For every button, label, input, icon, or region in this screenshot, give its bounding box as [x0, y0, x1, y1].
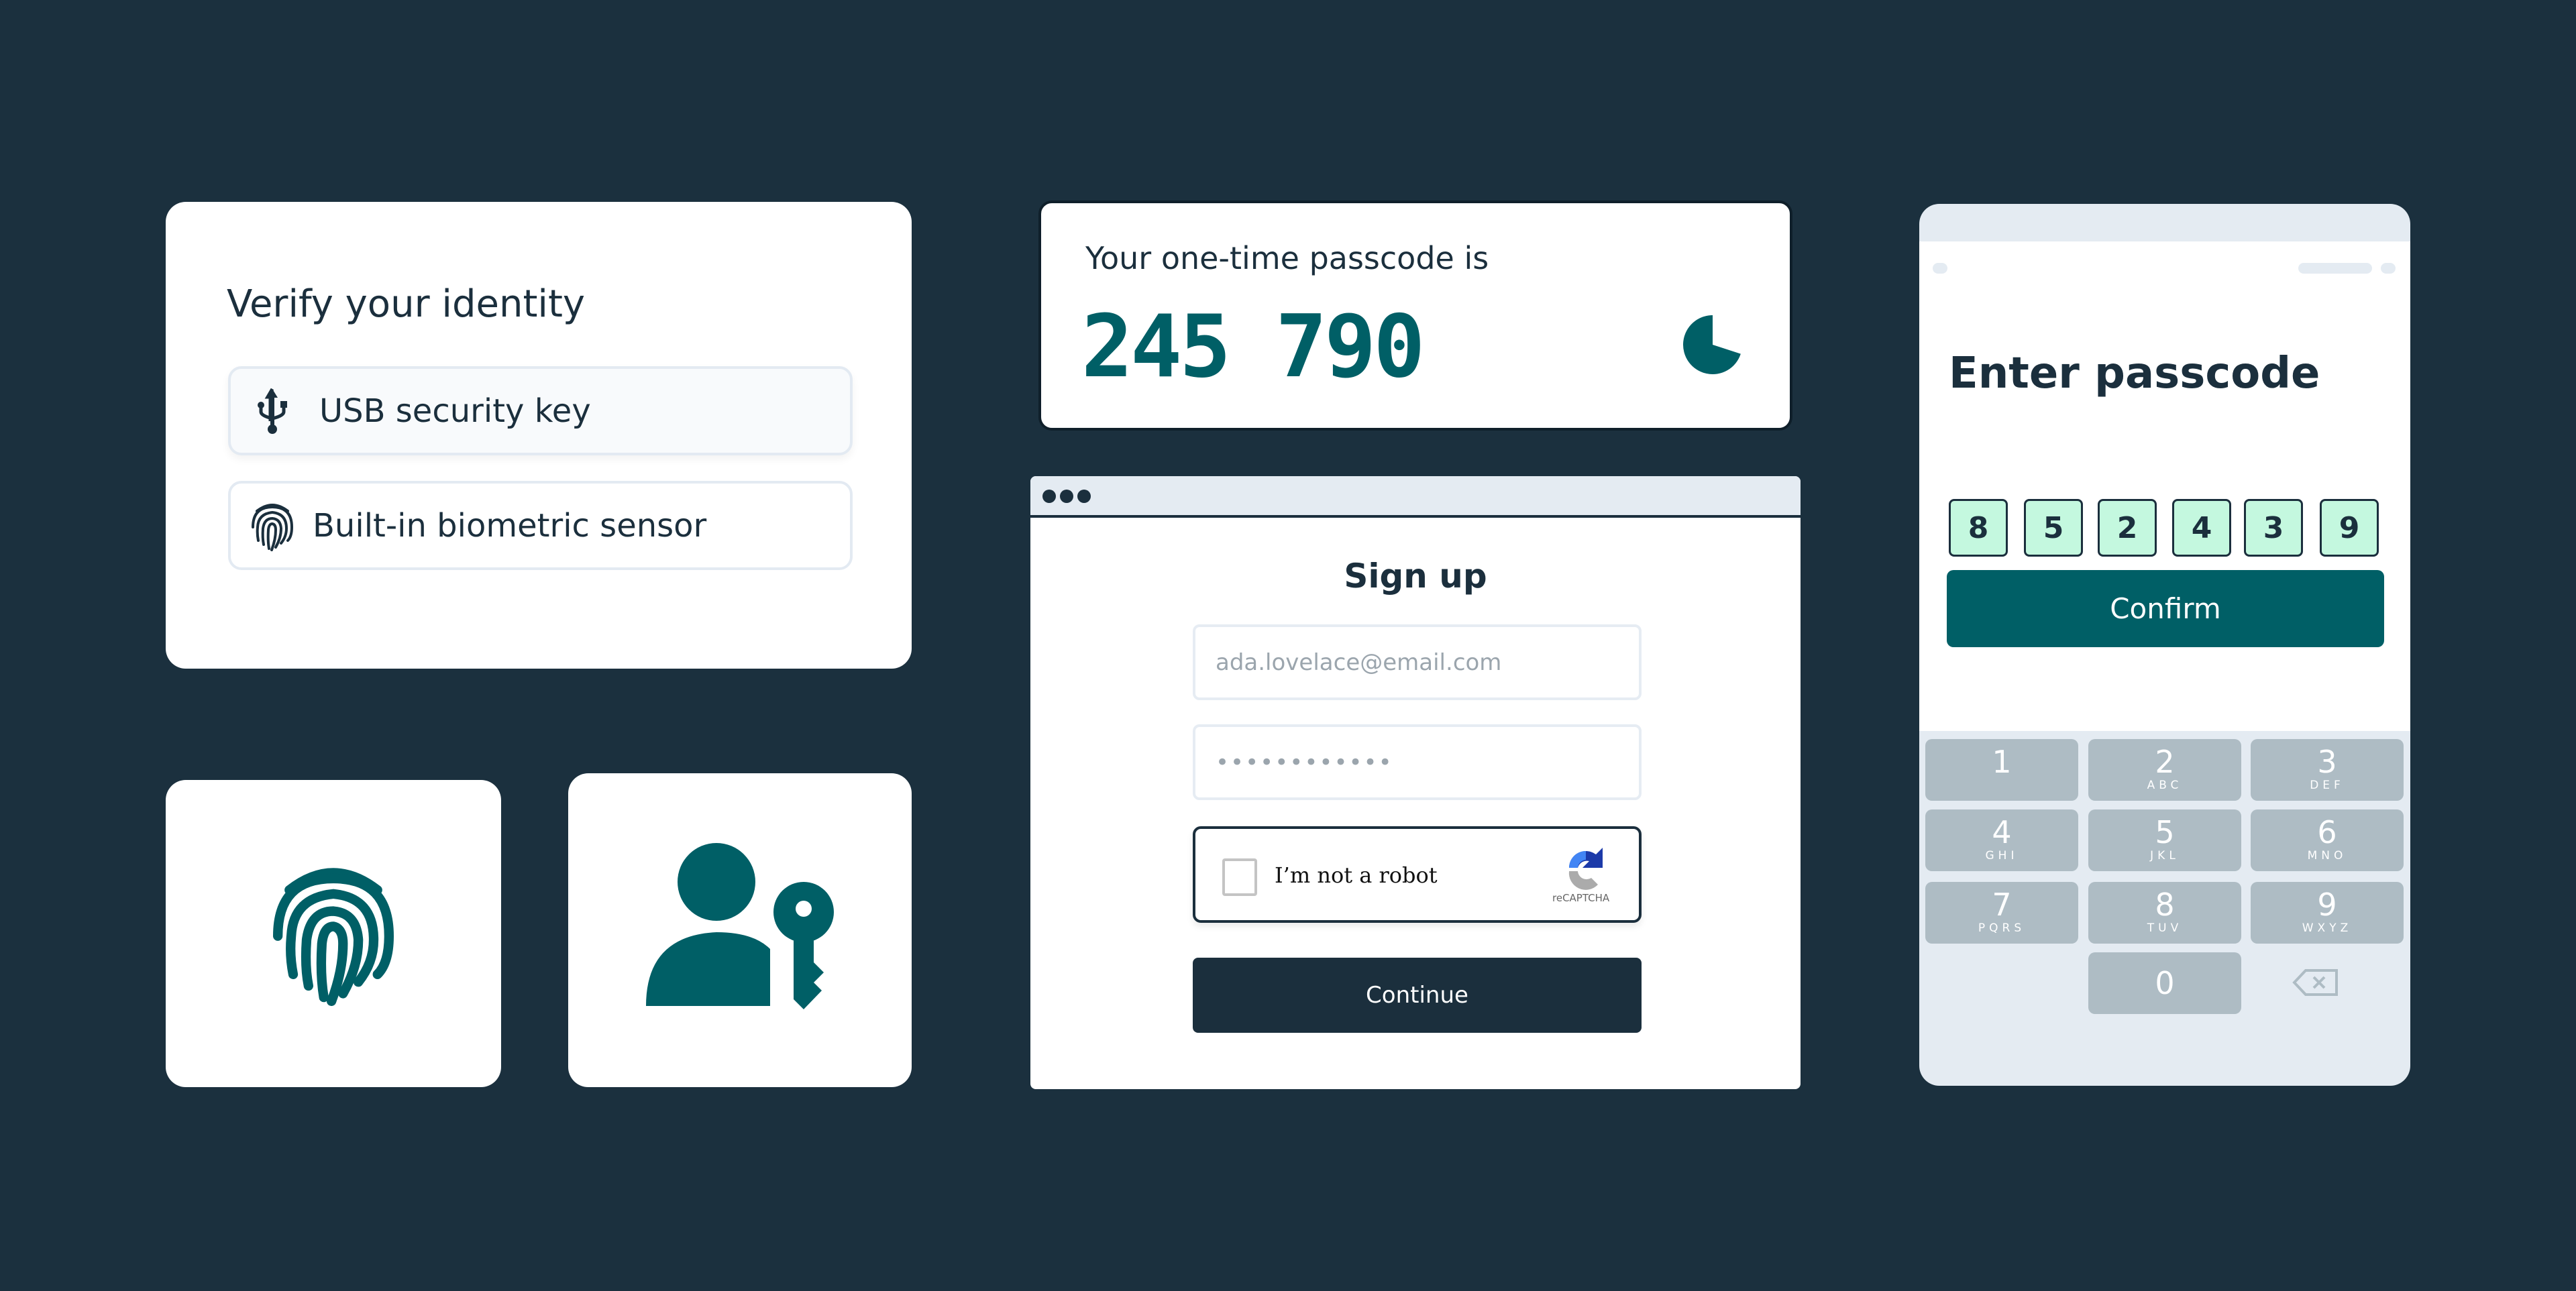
fingerprint-icon: [266, 858, 400, 1009]
key-digit: 0: [2155, 965, 2175, 1001]
status-bar-pill-icon: [2298, 263, 2372, 274]
passcode-digit-box[interactable]: 4: [2172, 499, 2231, 557]
window-titlebar: [1030, 476, 1801, 518]
usb-icon: [246, 388, 299, 435]
otp-card: Your one-time passcode is 245 790: [1038, 201, 1792, 431]
phone-screen: Enter passcode 852439 Confirm: [1919, 241, 2410, 731]
passcode-digit-box[interactable]: 2: [2098, 499, 2157, 557]
recaptcha-widget: I’m not a robot reCAPTCHA: [1193, 826, 1642, 923]
backspace-icon[interactable]: [2292, 968, 2339, 1000]
status-dot-icon: [2381, 263, 2396, 274]
window-dot-icon: [1042, 490, 1056, 503]
keypad-key-8[interactable]: 8 TUV: [2088, 882, 2241, 944]
option-label: Built-in biometric sensor: [313, 506, 707, 545]
recaptcha-logo-icon: [1566, 848, 1606, 897]
camera-dot-icon: [1933, 263, 1947, 274]
key-letters: PQRS: [1978, 921, 2026, 935]
passcode-digit-box[interactable]: 5: [2024, 499, 2083, 557]
recaptcha-brand: reCAPTCHA: [1552, 892, 1610, 904]
option-usb-security-key[interactable]: USB security key: [228, 366, 853, 455]
key-letters: DEF: [2310, 779, 2345, 792]
recaptcha-checkbox[interactable]: [1222, 858, 1257, 896]
signup-window: Sign up ada.lovelace@email.com •••••••••…: [1030, 476, 1801, 1089]
key-digit: 4: [1992, 814, 2012, 850]
keypad-key-5[interactable]: 5 JKL: [2088, 809, 2241, 871]
keypad-key-4[interactable]: 4 GHI: [1925, 809, 2078, 871]
keypad-key-1[interactable]: 1: [1925, 739, 2078, 801]
pie-timer-icon: [1682, 314, 1743, 378]
key-digit: 1: [1992, 744, 2012, 780]
phone-mockup: Enter passcode 852439 Confirm 1 2 ABC 3 DEF 4…: [1919, 204, 2410, 1086]
key-digit: 9: [2317, 887, 2337, 923]
window-dot-icon: [1077, 490, 1091, 503]
verify-title: Verify your identity: [227, 282, 586, 326]
key-letters: ABC: [2147, 779, 2183, 792]
key-letters: TUV: [2147, 921, 2183, 935]
phone-title: Enter passcode: [1949, 349, 2320, 398]
key-letters: MNO: [2307, 849, 2347, 862]
user-key-icon: [646, 842, 834, 1019]
key-digit: 3: [2317, 744, 2337, 780]
keypad-key-6[interactable]: 6 MNO: [2251, 809, 2404, 871]
fingerprint-tile[interactable]: [166, 780, 501, 1087]
recaptcha-label: I’m not a robot: [1275, 862, 1438, 888]
key-letters: WXYZ: [2302, 921, 2353, 935]
key-digit: 2: [2155, 744, 2175, 780]
window-dot-icon: [1060, 490, 1073, 503]
continue-button[interactable]: Continue: [1193, 958, 1642, 1033]
verify-identity-card: Verify your identity USB security key Bu…: [166, 202, 912, 669]
option-biometric-sensor[interactable]: Built-in biometric sensor: [228, 481, 853, 570]
password-input[interactable]: ••••••••••••: [1193, 724, 1642, 800]
passcode-digit-box[interactable]: 8: [1949, 499, 2008, 557]
keypad-key-9[interactable]: 9 WXYZ: [2251, 882, 2404, 944]
user-key-tile[interactable]: [568, 773, 912, 1087]
otp-code-part1: 245: [1081, 297, 1231, 397]
key-digit: 5: [2155, 814, 2175, 850]
signup-title: Sign up: [1344, 557, 1487, 596]
email-input[interactable]: ada.lovelace@email.com: [1193, 624, 1642, 700]
key-letters: GHI: [1985, 849, 2019, 862]
keypad-key-7[interactable]: 7 PQRS: [1925, 882, 2078, 944]
key-letters: JKL: [2150, 849, 2180, 862]
fingerprint-icon: [246, 500, 299, 551]
passcode-digit-box[interactable]: 3: [2244, 499, 2303, 557]
keypad-key-3[interactable]: 3 DEF: [2251, 739, 2404, 801]
otp-title: Your one-time passcode is: [1085, 240, 1489, 276]
otp-code-part2: 790: [1275, 297, 1425, 397]
key-digit: 8: [2155, 887, 2175, 923]
keypad-key-2[interactable]: 2 ABC: [2088, 739, 2241, 801]
key-digit: 6: [2317, 814, 2337, 850]
keypad-key-0[interactable]: 0: [2088, 952, 2241, 1014]
passcode-digit-box[interactable]: 9: [2320, 499, 2379, 557]
option-label: USB security key: [319, 392, 591, 430]
otp-code: 245 790: [1081, 297, 1425, 397]
confirm-button[interactable]: Confirm: [1947, 570, 2384, 647]
key-digit: 7: [1992, 887, 2012, 923]
